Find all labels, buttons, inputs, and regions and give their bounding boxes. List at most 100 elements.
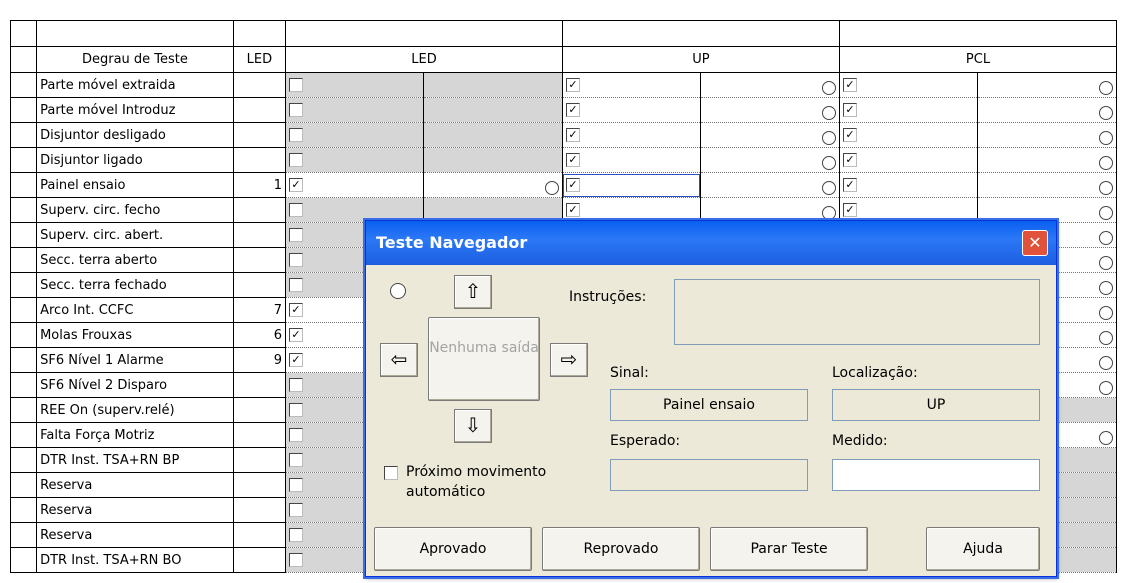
led-checkbox[interactable]	[288, 503, 303, 517]
led-checkbox[interactable]	[288, 353, 303, 367]
up-check-cell[interactable]	[561, 72, 702, 98]
step-name: Molas Frouxas	[36, 322, 234, 348]
step-header: Degrau de Teste	[36, 46, 234, 73]
led-checkbox[interactable]	[288, 78, 303, 92]
led-checkbox[interactable]	[288, 528, 303, 542]
led-number	[232, 422, 286, 448]
rejected-button[interactable]: Reprovado	[542, 527, 700, 571]
table-row: Parte móvel Introduz	[9, 97, 1117, 123]
led-checkbox[interactable]	[288, 453, 303, 467]
pcl-check-cell[interactable]	[838, 122, 979, 148]
led-checkbox[interactable]	[288, 203, 303, 217]
led-status-cell	[423, 197, 563, 223]
led-number: 7	[232, 297, 286, 323]
led-check-cell[interactable]	[284, 72, 425, 98]
up-status-cell	[700, 172, 840, 198]
led-check-cell[interactable]	[284, 172, 425, 198]
led-number	[232, 272, 286, 298]
led-checkbox[interactable]	[288, 378, 303, 392]
led-indicator-icon	[544, 180, 559, 195]
measured-input[interactable]	[832, 459, 1040, 491]
led-group-header: LED	[284, 46, 563, 73]
up-checkbox[interactable]	[565, 203, 580, 217]
auto-move-checkbox[interactable]	[384, 466, 398, 480]
up-check-cell[interactable]	[561, 197, 702, 223]
approved-button[interactable]: Aprovado	[374, 527, 532, 571]
arrow-right-icon[interactable]: ⇨	[550, 343, 588, 377]
led-checkbox[interactable]	[288, 428, 303, 442]
up-checkbox[interactable]	[565, 153, 580, 167]
step-name: Reserva	[36, 522, 234, 548]
led-checkbox[interactable]	[288, 278, 303, 292]
pcl-status-cell	[977, 97, 1117, 123]
led-check-cell[interactable]	[284, 197, 425, 223]
arrow-left-icon[interactable]: ⇦	[380, 343, 418, 377]
arrow-up-icon[interactable]: ⇧	[454, 275, 492, 309]
blank-cell	[838, 20, 1118, 47]
step-name: Superv. circ. abert.	[36, 222, 234, 248]
led-check-cell[interactable]	[284, 122, 425, 148]
led-checkbox[interactable]	[288, 478, 303, 492]
step-name: Secc. terra aberto	[36, 247, 234, 273]
pcl-indicator-icon	[1099, 80, 1113, 95]
led-number	[232, 472, 286, 498]
help-button[interactable]: Ajuda	[926, 527, 1040, 571]
led-checkbox[interactable]	[288, 228, 303, 242]
row-number-cell	[9, 372, 38, 398]
no-output-button[interactable]: Nenhuma saída	[428, 317, 540, 401]
led-checkbox[interactable]	[288, 553, 303, 567]
step-name: SF6 Nível 2 Disparo	[36, 372, 234, 398]
led-number	[232, 247, 286, 273]
led-checkbox[interactable]	[288, 153, 303, 167]
up-check-cell[interactable]	[561, 122, 702, 148]
dialog-title: Teste Navegador	[376, 233, 528, 252]
up-check-cell[interactable]	[561, 172, 702, 198]
pcl-check-cell[interactable]	[838, 97, 979, 123]
led-checkbox[interactable]	[288, 178, 303, 192]
up-check-cell[interactable]	[561, 147, 702, 173]
pcl-check-cell[interactable]	[838, 197, 979, 223]
pcl-checkbox[interactable]	[842, 178, 857, 192]
led-number	[232, 397, 286, 423]
up-check-cell[interactable]	[561, 97, 702, 123]
stop-test-button[interactable]: Parar Teste	[710, 527, 868, 571]
led-checkbox[interactable]	[288, 303, 303, 317]
led-checkbox[interactable]	[288, 328, 303, 342]
close-icon[interactable]: ✕	[1022, 230, 1048, 256]
pcl-check-cell[interactable]	[838, 147, 979, 173]
arrow-down-icon[interactable]: ⇩	[454, 409, 492, 443]
led-check-cell[interactable]	[284, 147, 425, 173]
led-checkbox[interactable]	[288, 403, 303, 417]
dialog-titlebar[interactable]: Teste Navegador ✕	[366, 221, 1056, 265]
led-number	[232, 222, 286, 248]
pcl-indicator-icon	[1099, 230, 1113, 245]
pcl-checkbox[interactable]	[842, 103, 857, 117]
step-name: Falta Força Motriz	[36, 422, 234, 448]
led-number	[232, 97, 286, 123]
up-checkbox[interactable]	[565, 128, 580, 142]
step-name: Arco Int. CCFC	[36, 297, 234, 323]
pcl-checkbox[interactable]	[842, 128, 857, 142]
row-number-cell	[9, 247, 38, 273]
pcl-check-cell[interactable]	[838, 72, 979, 98]
pcl-checkbox[interactable]	[842, 78, 857, 92]
led-checkbox[interactable]	[288, 128, 303, 142]
up-checkbox[interactable]	[565, 103, 580, 117]
led-checkbox[interactable]	[288, 253, 303, 267]
pcl-status-cell	[977, 72, 1117, 98]
led-number	[232, 522, 286, 548]
row-number-cell	[9, 147, 38, 173]
pcl-indicator-icon	[1099, 305, 1113, 320]
led-checkbox[interactable]	[288, 103, 303, 117]
led-check-cell[interactable]	[284, 97, 425, 123]
up-checkbox[interactable]	[565, 178, 580, 192]
dialog-body: ⇧ ⇦ Nenhuma saída ⇨ ⇩ Próximo movimento …	[370, 265, 1052, 572]
up-status-cell	[700, 147, 840, 173]
led-number: 6	[232, 322, 286, 348]
pcl-check-cell[interactable]	[838, 172, 979, 198]
up-checkbox[interactable]	[565, 78, 580, 92]
pcl-checkbox[interactable]	[842, 203, 857, 217]
step-name: Secc. terra fechado	[36, 272, 234, 298]
pcl-checkbox[interactable]	[842, 153, 857, 167]
row-number-cell	[9, 272, 38, 298]
